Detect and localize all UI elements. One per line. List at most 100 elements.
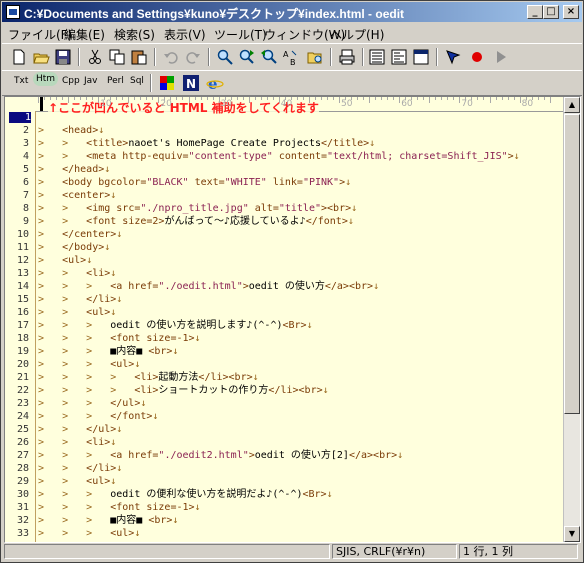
code-line[interactable]: > > > oedit の便利な使い方を説明だよ♪(^-^)<Br>↓ xyxy=(38,488,333,501)
play-icon[interactable] xyxy=(492,48,510,66)
internet-explorer-icon[interactable]: e xyxy=(206,74,224,92)
code-line[interactable]: > > <meta http-equiv="content-type" cont… xyxy=(38,150,520,163)
app-icon[interactable] xyxy=(6,5,20,19)
replace-icon[interactable]: AB xyxy=(282,48,300,66)
save-icon[interactable] xyxy=(54,48,72,66)
menu-file[interactable]: ファイル(F) xyxy=(8,26,72,43)
main-toolbar: AB xyxy=(2,43,582,71)
menu-view[interactable]: 表示(V) xyxy=(164,26,206,43)
code-line[interactable]: > > > <a href="./oedit2.html">oedit の使い方… xyxy=(38,449,403,462)
lang-cpp-button[interactable]: Cpp xyxy=(62,76,80,86)
code-line[interactable]: > > > <font size=-1>↓ xyxy=(38,332,201,345)
color-palette-icon[interactable] xyxy=(158,74,176,92)
code-line[interactable]: > > <ul>↓ xyxy=(38,475,116,488)
find-next-icon[interactable] xyxy=(238,48,256,66)
vertical-scrollbar[interactable]: ▲ ▼ xyxy=(563,97,580,542)
lang-htm-button[interactable]: Htm xyxy=(33,72,59,86)
menu-search[interactable]: 検索(S) xyxy=(114,26,155,43)
lang-sql-button[interactable]: Sql xyxy=(130,76,144,86)
paste-icon[interactable] xyxy=(130,48,148,66)
code-line[interactable]: > > > </font>↓ xyxy=(38,410,158,423)
lang-txt-button[interactable]: Txt xyxy=(14,76,28,86)
ruler-tick xyxy=(399,97,401,103)
code-token: ↓ xyxy=(116,463,123,474)
menu-edit[interactable]: 編集(E) xyxy=(64,26,105,43)
code-token: ↓ xyxy=(351,203,358,214)
code-token: > > xyxy=(38,294,87,305)
line-number: 23 xyxy=(16,398,29,409)
new-icon[interactable] xyxy=(10,48,28,66)
code-line[interactable]: > > > <font size=-1>↓ xyxy=(38,501,201,514)
bookmark-icon[interactable] xyxy=(444,48,462,66)
maximize-button[interactable]: □ xyxy=(543,5,559,19)
code-line[interactable]: > <head>↓ xyxy=(38,124,104,137)
line-number: 15 xyxy=(16,294,29,305)
open-folder-icon[interactable] xyxy=(306,48,324,66)
code-token: > > xyxy=(38,203,87,214)
minimize-button[interactable]: _ xyxy=(527,5,543,19)
title-bar[interactable]: C:¥Documents and Settings¥kuno¥デスクトップ¥in… xyxy=(2,2,582,22)
scroll-down-button[interactable]: ▼ xyxy=(564,526,580,542)
scroll-up-button[interactable]: ▲ xyxy=(564,97,580,113)
lang-jav-button[interactable]: Jav xyxy=(84,76,98,86)
ruler-tick xyxy=(272,97,274,100)
code-line[interactable]: > </head>↓ xyxy=(38,163,110,176)
code-line[interactable]: > > > <a href="./oedit.html">oedit の使い方<… xyxy=(38,280,379,293)
code-line[interactable]: > > </li>↓ xyxy=(38,462,122,475)
code-line[interactable]: > > </li>↓ xyxy=(38,293,122,306)
menu-help[interactable]: ヘルプ(H) xyxy=(330,26,384,43)
code-line[interactable]: > > > > <li>ショートカットの作り方</li><br>↓ xyxy=(38,384,329,397)
code-line[interactable]: > > <ul>↓ xyxy=(38,306,116,319)
code-token: ↓ xyxy=(326,489,333,500)
print-icon[interactable] xyxy=(338,48,356,66)
line-number: 33 xyxy=(16,528,29,539)
code-token: <head> xyxy=(62,125,99,136)
code-token: "./oedit.html" xyxy=(158,281,243,292)
ruler-tick xyxy=(369,97,371,103)
code-line[interactable]: > > > ■内容■ <br>↓ xyxy=(38,514,178,527)
menu-tools[interactable]: ツール(T) xyxy=(214,26,267,43)
lang-perl-button[interactable]: Perl xyxy=(107,76,124,86)
code-token: </a> xyxy=(324,281,349,292)
copy-icon[interactable] xyxy=(108,48,126,66)
scroll-thumb[interactable] xyxy=(564,114,580,414)
code-line[interactable]: > > > </ul>↓ xyxy=(38,397,146,410)
view2-icon[interactable] xyxy=(390,48,408,66)
code-line[interactable]: > <ul>↓ xyxy=(38,254,92,267)
code-token: </li> xyxy=(86,463,117,474)
code-line[interactable]: > > <li>↓ xyxy=(38,436,116,449)
code-line[interactable]: > <center>↓ xyxy=(38,189,116,202)
code-line[interactable]: > > > > <li>起動方法</li><br>↓ xyxy=(38,371,259,384)
code-line[interactable]: > </body>↓ xyxy=(38,241,110,254)
code-line[interactable]: > > > oedit の使い方を説明します♪(^-^)<Br>↓ xyxy=(38,319,313,332)
code-line[interactable]: > <body bgcolor="BLACK" text="WHITE" lin… xyxy=(38,176,351,189)
editor-area[interactable]: ↑ここが凹んでいると HTML 補助をしてくれます 10 20 30 40 50 60 70… xyxy=(4,96,581,543)
code-view[interactable]: > <head>↓ > > <title>naoet's HomePage Cre… xyxy=(38,111,563,542)
redo-icon[interactable] xyxy=(184,48,202,66)
code-token: "BLACK" xyxy=(146,177,189,188)
code-line[interactable]: > > <li>↓ xyxy=(38,267,116,280)
code-line[interactable]: > > </ul>↓ xyxy=(38,423,122,436)
code-line[interactable]: > > <img src="./npro_title.jpg" alt="tit… xyxy=(38,202,357,215)
code-line[interactable]: > > > <ul>↓ xyxy=(38,527,140,540)
close-button[interactable]: × xyxy=(563,5,579,19)
netscape-icon[interactable]: N xyxy=(182,74,200,92)
code-token: > > > xyxy=(38,502,111,513)
find-icon[interactable] xyxy=(216,48,234,66)
code-line[interactable]: > > <font size=2>がんばって～♪応援しているよ♪</font>↓ xyxy=(38,215,354,228)
window-icon[interactable] xyxy=(412,48,430,66)
code-token: <a href= xyxy=(110,281,159,292)
ruler-tick xyxy=(537,97,539,100)
cut-icon[interactable] xyxy=(86,48,104,66)
ruler-number: 50 xyxy=(341,99,353,109)
open-icon[interactable] xyxy=(32,48,50,66)
view1-icon[interactable] xyxy=(368,48,386,66)
code-line[interactable]: > > > <ul>↓ xyxy=(38,358,140,371)
record-icon[interactable] xyxy=(468,48,486,66)
code-line[interactable]: > > <title>naoet's HomePage Create Proje… xyxy=(38,137,375,150)
code-token: ↓ xyxy=(116,294,123,305)
code-line[interactable]: > > > ■内容■ <br>↓ xyxy=(38,345,178,358)
code-line[interactable]: > </center>↓ xyxy=(38,228,122,241)
find-prev-icon[interactable] xyxy=(260,48,278,66)
undo-icon[interactable] xyxy=(162,48,180,66)
